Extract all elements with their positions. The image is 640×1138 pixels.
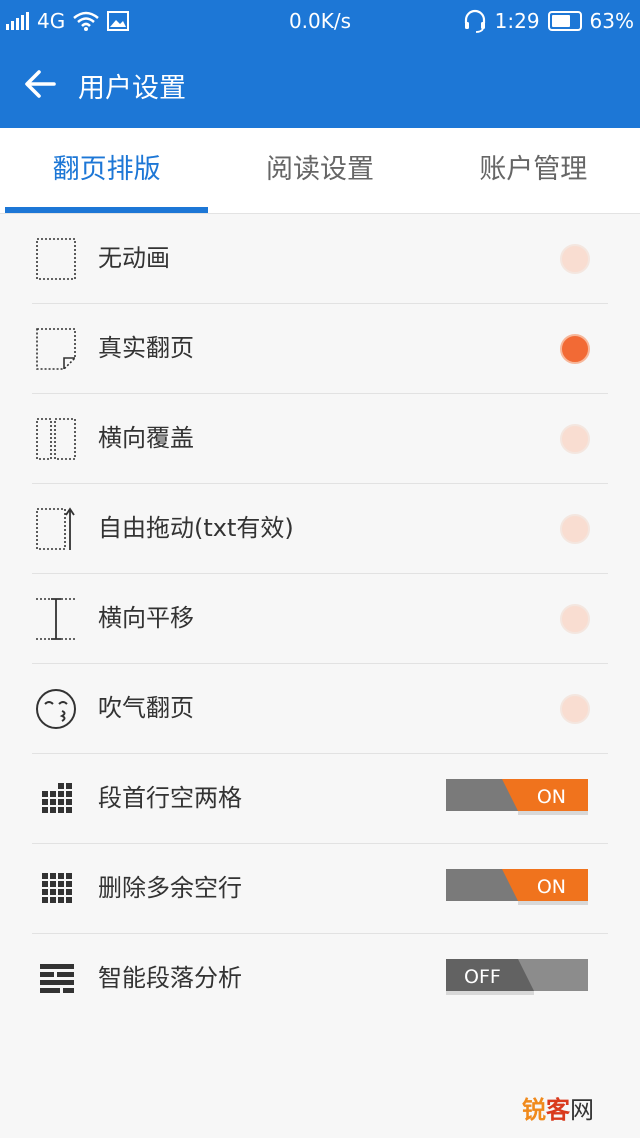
toggle-smart-paragraph[interactable]: OFF xyxy=(446,959,588,995)
app-bar: 用户设置 xyxy=(0,42,640,128)
page-title: 用户设置 xyxy=(78,73,186,104)
radio-page-curl[interactable] xyxy=(560,334,590,364)
battery-icon xyxy=(547,11,582,31)
radio-horizontal-shift[interactable] xyxy=(560,604,590,634)
radio-blow-page[interactable] xyxy=(560,694,590,724)
list-item-label: 段首行空两格 xyxy=(98,784,242,812)
toggle-remove-blank-lines[interactable]: ON xyxy=(446,869,588,905)
tab-bar: 翻页排版 阅读设置 账户管理 xyxy=(0,128,640,214)
paragraph-icon xyxy=(40,964,74,993)
settings-list: 无动画 真实翻页 横向覆盖 自由拖动(txt有效) 横向平移 吹气翻页 段首行空… xyxy=(0,214,640,1024)
free-drag-icon xyxy=(36,507,75,550)
toggle-indent[interactable]: ON xyxy=(446,779,588,815)
list-item-label: 真实翻页 xyxy=(98,334,194,362)
watermark-logo: 锐客网 xyxy=(522,1090,594,1125)
list-item-label: 横向平移 xyxy=(98,604,194,632)
list-item-indent[interactable]: 段首行空两格 ON xyxy=(32,754,608,844)
tab-account-management[interactable]: 账户管理 xyxy=(427,128,640,213)
toggle-state-label: OFF xyxy=(464,966,501,988)
toggle-state-label: ON xyxy=(536,876,566,898)
arrow-left-icon[interactable] xyxy=(22,66,58,102)
radio-horizontal-cover[interactable] xyxy=(560,424,590,454)
tab-page-layout[interactable]: 翻页排版 xyxy=(0,128,213,213)
list-item-label: 无动画 xyxy=(98,244,170,272)
list-item-label: 智能段落分析 xyxy=(98,964,242,992)
list-item-label: 横向覆盖 xyxy=(98,424,194,452)
status-bar: 4G 0.0K/s 1:29 63% xyxy=(0,0,640,42)
battery-level: 63% xyxy=(589,9,634,33)
list-item-free-drag[interactable]: 自由拖动(txt有效) xyxy=(32,484,608,574)
list-item-label: 删除多余空行 xyxy=(98,874,242,902)
status-right: 1:29 63% xyxy=(463,9,634,33)
radio-free-drag[interactable] xyxy=(560,514,590,544)
watermark-char-3: 网 xyxy=(570,1096,594,1124)
clock: 1:29 xyxy=(494,9,540,33)
watermark-char-2: 客 xyxy=(546,1096,570,1124)
list-item-horizontal-shift[interactable]: 横向平移 xyxy=(32,574,608,664)
headset-icon xyxy=(464,9,485,33)
list-item-blow-page[interactable]: 吹气翻页 xyxy=(32,664,608,754)
no-animation-icon xyxy=(36,238,76,280)
list-item-label: 吹气翻页 xyxy=(98,694,194,722)
list-item-horizontal-cover[interactable]: 横向覆盖 xyxy=(32,394,608,484)
horizontal-shift-icon xyxy=(36,598,76,640)
horizontal-cover-icon xyxy=(36,418,76,460)
list-item-no-animation[interactable]: 无动画 xyxy=(32,214,608,304)
indent-grid-icon xyxy=(42,783,72,813)
blow-face-icon xyxy=(36,689,76,729)
page-curl-icon xyxy=(36,328,76,370)
tab-reading-settings[interactable]: 阅读设置 xyxy=(213,128,426,213)
watermark-char-1: 锐 xyxy=(522,1096,546,1124)
list-item-label: 自由拖动(txt有效) xyxy=(98,514,294,542)
list-item-smart-paragraph[interactable]: 智能段落分析 OFF xyxy=(32,934,608,1024)
list-item-page-curl[interactable]: 真实翻页 xyxy=(32,304,608,394)
toggle-state-label: ON xyxy=(536,786,566,808)
grid-icon xyxy=(42,873,72,903)
list-item-remove-blank-lines[interactable]: 删除多余空行 ON xyxy=(32,844,608,934)
radio-no-animation[interactable] xyxy=(560,244,590,274)
